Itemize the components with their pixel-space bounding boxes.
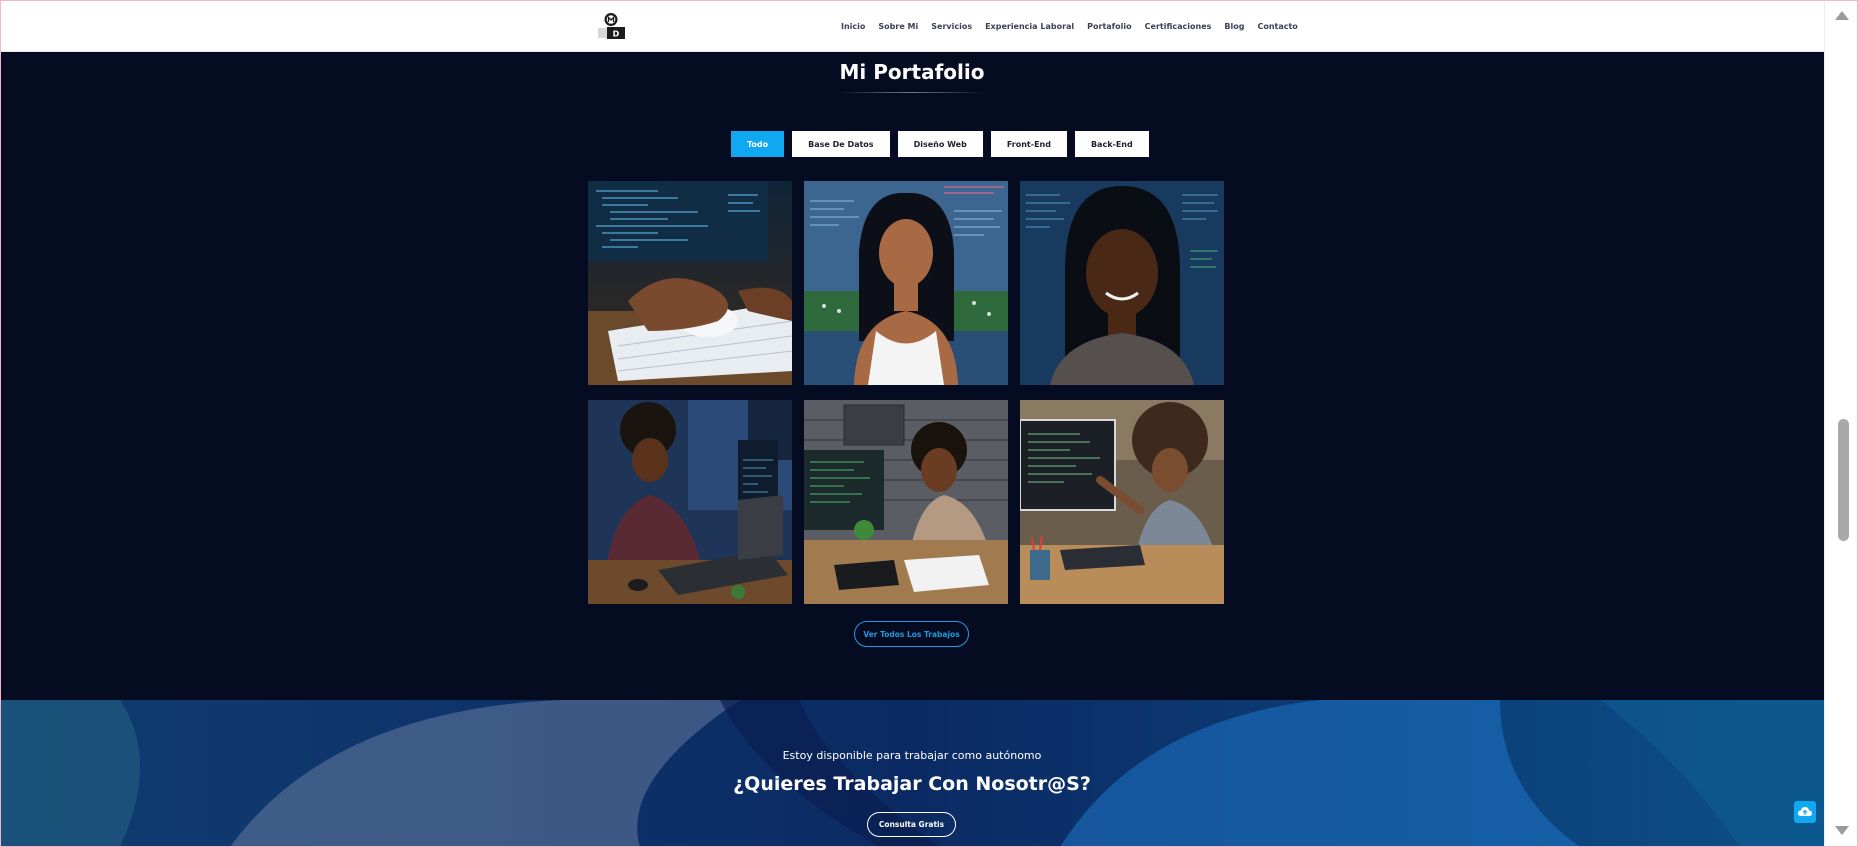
filter-diseno-web[interactable]: Diseño Web bbox=[897, 131, 983, 157]
filter-front-end[interactable]: Front-End bbox=[990, 131, 1067, 157]
title-divider bbox=[836, 92, 986, 93]
nav-link-sobre-mi[interactable]: Sobre Mi bbox=[878, 22, 918, 31]
hire-section: Estoy disponible para trabajar como autó… bbox=[0, 700, 1824, 847]
page-scrollbar[interactable] bbox=[1824, 0, 1858, 847]
nav-link-servicios[interactable]: Servicios bbox=[931, 22, 972, 31]
nav-link-contacto[interactable]: Contacto bbox=[1257, 22, 1297, 31]
portfolio-item[interactable] bbox=[588, 400, 792, 604]
nav-link-portafolio[interactable]: Portafolio bbox=[1087, 22, 1131, 31]
portfolio-filters: Todo Base De Datos Diseño Web Front-End … bbox=[731, 131, 1149, 157]
filter-base-de-datos[interactable]: Base De Datos bbox=[792, 131, 890, 157]
portfolio-title: Mi Portafolio bbox=[839, 60, 985, 84]
free-consultation-button[interactable]: Consulta Gratis bbox=[867, 812, 956, 837]
scroll-down-arrow-icon[interactable] bbox=[1835, 826, 1849, 835]
portfolio-item[interactable] bbox=[588, 181, 792, 385]
hire-title: ¿Quieres Trabajar Con Nosotr@S? bbox=[733, 773, 1091, 795]
logo-icon[interactable]: D bbox=[596, 12, 626, 40]
nav-link-experiencia-laboral[interactable]: Experiencia Laboral bbox=[985, 22, 1074, 31]
nav-link-inicio[interactable]: Inicio bbox=[841, 22, 865, 31]
portfolio-item[interactable] bbox=[1020, 400, 1224, 604]
hands-keyboard-mouse-image bbox=[588, 181, 792, 385]
woman-pointing-screen-image bbox=[1020, 400, 1224, 604]
site-header: D Inicio Sobre Mi Servicios Experiencia … bbox=[0, 0, 1824, 52]
woman-laptop-image bbox=[588, 400, 792, 604]
filter-back-end[interactable]: Back-End bbox=[1074, 131, 1149, 157]
main-nav: Inicio Sobre Mi Servicios Experiencia La… bbox=[841, 0, 1298, 52]
scroll-up-arrow-icon[interactable] bbox=[1835, 11, 1849, 20]
nav-link-blog[interactable]: Blog bbox=[1224, 22, 1244, 31]
woman-code-screens-image bbox=[804, 181, 1008, 385]
woman-desk-monitor-image bbox=[804, 400, 1008, 604]
cloud-upload-icon bbox=[1798, 807, 1812, 816]
logo-letter: D bbox=[613, 30, 620, 39]
portfolio-grid bbox=[588, 181, 1224, 604]
back-to-top-button[interactable] bbox=[1794, 801, 1816, 823]
hire-subtitle: Estoy disponible para trabajar como autó… bbox=[782, 749, 1042, 762]
portfolio-item[interactable] bbox=[804, 181, 1008, 385]
woman-smiling-code-image bbox=[1020, 181, 1224, 385]
portfolio-item[interactable] bbox=[804, 400, 1008, 604]
portfolio-item[interactable] bbox=[1020, 181, 1224, 385]
view-all-work-button[interactable]: Ver Todos Los Trabajos bbox=[854, 621, 969, 647]
filter-todo[interactable]: Todo bbox=[731, 131, 785, 157]
scroll-thumb[interactable] bbox=[1838, 419, 1849, 541]
portfolio-section: Mi Portafolio Todo Base De Datos Diseño … bbox=[0, 52, 1824, 700]
nav-link-certificaciones[interactable]: Certificaciones bbox=[1145, 22, 1212, 31]
